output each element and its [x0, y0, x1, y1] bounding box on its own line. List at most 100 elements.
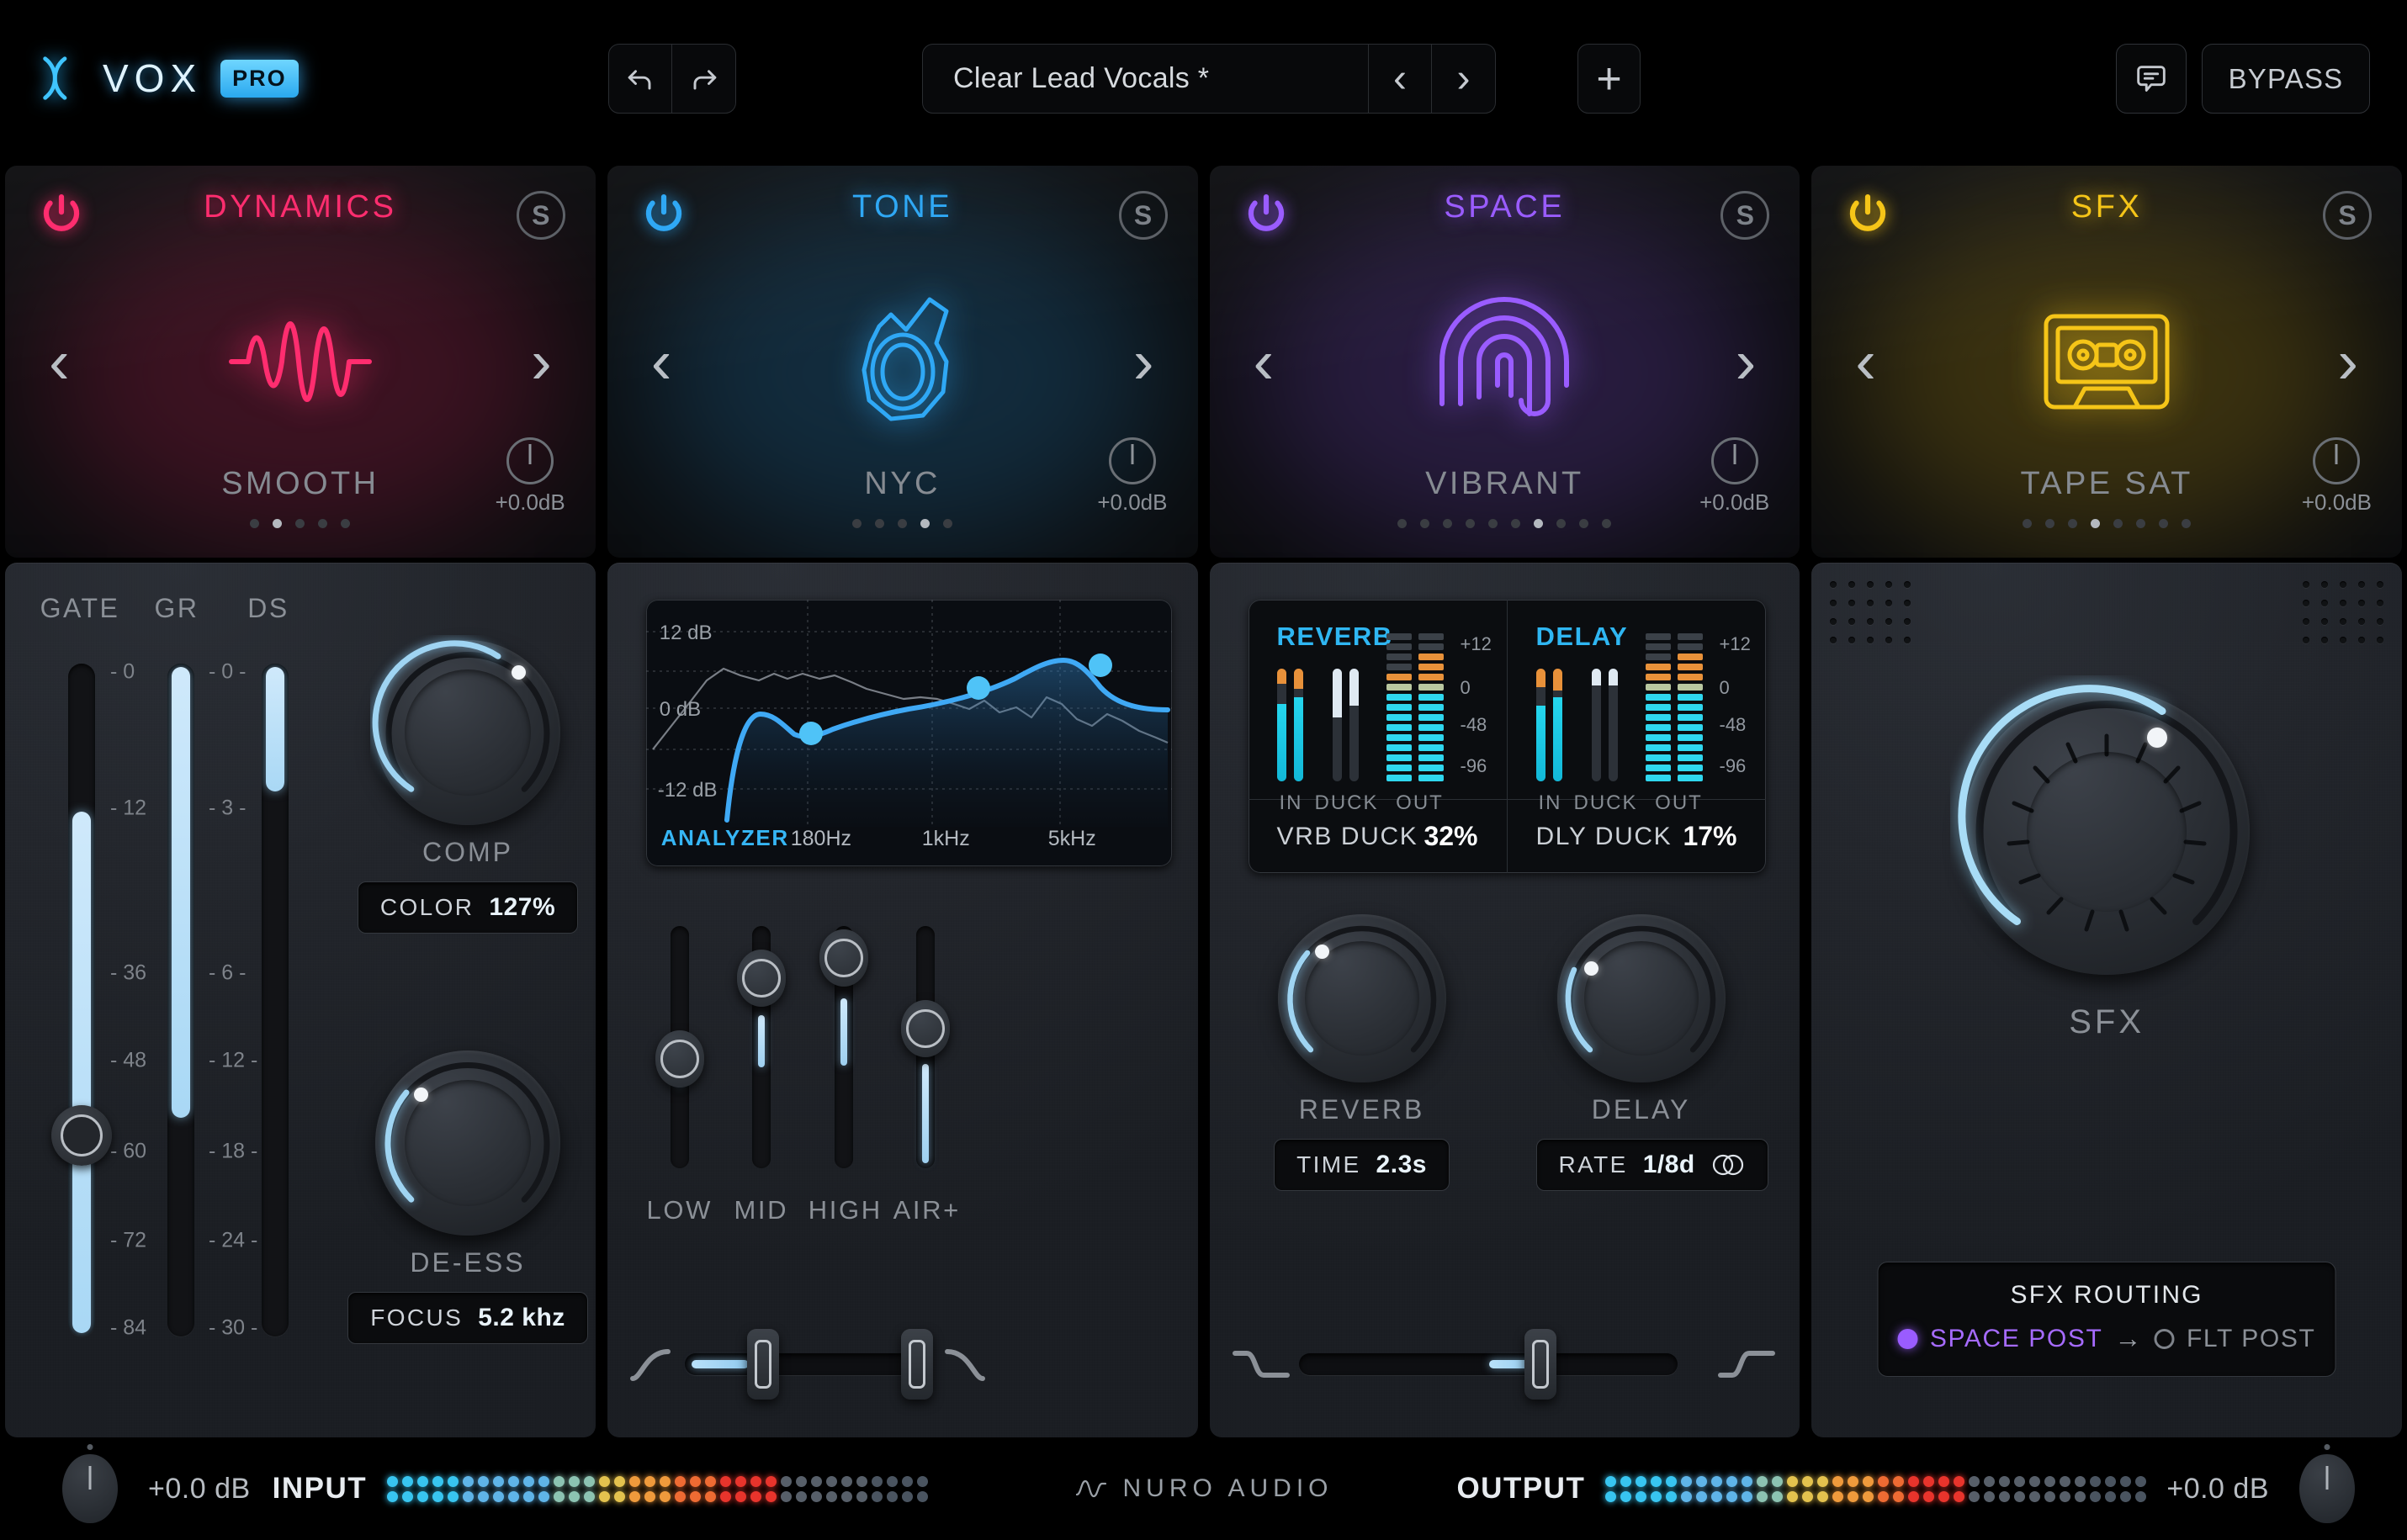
trim-knob-space[interactable]: +0.0dB	[1699, 437, 1769, 516]
preset-dot[interactable]	[1579, 519, 1589, 528]
deess-focus-badge[interactable]: FOCUS 5.2 khz	[347, 1292, 588, 1344]
preset-dot[interactable]	[2182, 519, 2192, 528]
gate-threshold-handle[interactable]	[51, 1105, 112, 1166]
slider-air-handle[interactable]	[900, 1000, 950, 1057]
comp-knob[interactable]	[372, 640, 560, 825]
module-title-dynamics: DYNAMICS	[204, 189, 397, 225]
reverb-knob[interactable]	[1277, 914, 1446, 1082]
input-gain-knob[interactable]	[62, 1454, 118, 1523]
solo-button-tone[interactable]: S	[1118, 191, 1168, 240]
output-gain-knob[interactable]	[2299, 1454, 2355, 1523]
trim-knob-sfx[interactable]: +0.0dB	[2302, 437, 2372, 516]
meter-led	[417, 1475, 429, 1487]
meter-led	[2120, 1490, 2132, 1502]
shelf-up-icon	[1718, 1351, 1776, 1378]
preset-next-space[interactable]: ›	[1736, 331, 1757, 393]
meter-led	[2029, 1490, 2041, 1502]
preset-dot[interactable]	[341, 519, 351, 528]
preset-prev-button[interactable]: ‹	[1369, 45, 1432, 113]
preset-dot[interactable]	[295, 519, 305, 528]
trim-knob-tone[interactable]: +0.0dB	[1097, 437, 1168, 516]
trim-knob-dynamics[interactable]: +0.0dB	[496, 437, 565, 516]
comment-button[interactable]	[2116, 44, 2187, 114]
preset-dot[interactable]	[1488, 519, 1498, 528]
slider-mid-handle[interactable]	[736, 950, 786, 1007]
solo-label: S	[2338, 199, 2357, 230]
undo-button[interactable]	[609, 45, 672, 113]
preset-dot[interactable]	[2159, 519, 2169, 528]
reverb-time-badge[interactable]: TIME 2.3s	[1274, 1139, 1450, 1191]
eq-freq-label-3: 5kHz	[1047, 827, 1096, 850]
reverb-out-meter-r	[1418, 633, 1444, 781]
meter-ds[interactable]	[262, 664, 289, 1336]
solo-button-sfx[interactable]: S	[2323, 191, 2372, 240]
preset-dot[interactable]	[1602, 519, 1612, 528]
delay-knob[interactable]	[1556, 914, 1726, 1082]
preset-dot[interactable]	[1511, 519, 1521, 528]
preset-prev-dynamics[interactable]: ‹	[49, 331, 70, 393]
preset-dot[interactable]	[2113, 519, 2123, 528]
preset-dot[interactable]	[1466, 519, 1476, 528]
redo-button[interactable]	[672, 45, 735, 113]
preset-dot[interactable]	[898, 519, 908, 528]
deess-focus-key: FOCUS	[370, 1305, 464, 1331]
preset-next-sfx[interactable]: ›	[2337, 331, 2358, 393]
preset-dot[interactable]	[2136, 519, 2146, 528]
sfx-routing-panel[interactable]: SFX ROUTING SPACE POST → FLT POST	[1877, 1262, 2336, 1377]
meter-led	[1878, 1475, 1890, 1487]
tone-filter-track[interactable]	[684, 1353, 925, 1375]
preset-dot[interactable]	[1556, 519, 1567, 528]
preset-dot[interactable]	[875, 519, 885, 528]
space-tilt-handle[interactable]	[1524, 1329, 1556, 1400]
preset-dot[interactable]	[1420, 519, 1430, 528]
slider-high-fill	[840, 998, 847, 1066]
preset-next-dynamics[interactable]: ›	[531, 331, 552, 393]
comp-color-badge[interactable]: COLOR 127%	[357, 881, 579, 934]
preset-dot[interactable]	[318, 519, 328, 528]
preset-dot[interactable]	[920, 519, 930, 528]
meter-gr[interactable]	[167, 664, 194, 1336]
sfx-routing-active[interactable]: SPACE POST	[1930, 1325, 2103, 1353]
deess-knob[interactable]	[375, 1050, 560, 1236]
preset-next-tone[interactable]: ›	[1133, 331, 1154, 393]
preset-next-button[interactable]: ›	[1432, 45, 1495, 113]
preset-dot[interactable]	[852, 519, 862, 528]
delay-duck-meter-l	[1591, 669, 1601, 781]
meter-led	[508, 1475, 520, 1487]
eq-analyzer-graph[interactable]: 12 dB 0 dB -12 dB ANALYZER 180Hz 1kHz 5k…	[645, 600, 1172, 866]
preset-dot[interactable]	[1443, 519, 1453, 528]
meter-gate[interactable]	[68, 664, 95, 1336]
preset-prev-space[interactable]: ‹	[1254, 331, 1275, 393]
preset-dot[interactable]	[1397, 519, 1408, 528]
delay-rate-badge[interactable]: RATE 1/8d	[1535, 1139, 1768, 1191]
slider-low-handle[interactable]	[655, 1030, 704, 1088]
solo-button-dynamics[interactable]: S	[516, 191, 565, 240]
tone-filter-low-handle[interactable]	[746, 1329, 779, 1400]
preset-dot[interactable]	[2068, 519, 2078, 528]
preset-dot[interactable]	[250, 519, 260, 528]
preset-dot[interactable]	[2045, 519, 2055, 528]
tone-filter-high-handle[interactable]	[900, 1329, 933, 1400]
solo-button-space[interactable]: S	[1720, 191, 1770, 240]
analyzer-toggle[interactable]: ANALYZER	[661, 825, 789, 851]
preset-dot[interactable]	[273, 519, 283, 528]
meter-led	[599, 1475, 611, 1487]
preset-prev-tone[interactable]: ‹	[651, 331, 672, 393]
preset-dot[interactable]	[2091, 519, 2101, 528]
add-preset-button[interactable]: +	[1578, 45, 1640, 113]
slider-high-handle[interactable]	[819, 929, 868, 987]
sfx-routing-inactive[interactable]: FLT POST	[2187, 1325, 2315, 1353]
preset-name[interactable]: Clear Lead Vocals *	[923, 45, 1369, 113]
meter-gate-ticks: - 0 - 12 - 36 - 48 - 60 - 72 - 84	[110, 659, 147, 1340]
sfx-knob[interactable]	[1958, 685, 2251, 975]
meter-gr-fill	[172, 667, 190, 1118]
preset-prev-sfx[interactable]: ‹	[1855, 331, 1876, 393]
meter-led	[872, 1475, 883, 1487]
preset-dot[interactable]	[1534, 519, 1544, 528]
bypass-button[interactable]: BYPASS	[2202, 44, 2370, 114]
preset-dot[interactable]	[943, 519, 953, 528]
meter-led	[856, 1475, 868, 1487]
module-title-tone: TONE	[851, 189, 953, 225]
preset-dot[interactable]	[2023, 519, 2033, 528]
space-tilt-track[interactable]	[1298, 1353, 1678, 1375]
